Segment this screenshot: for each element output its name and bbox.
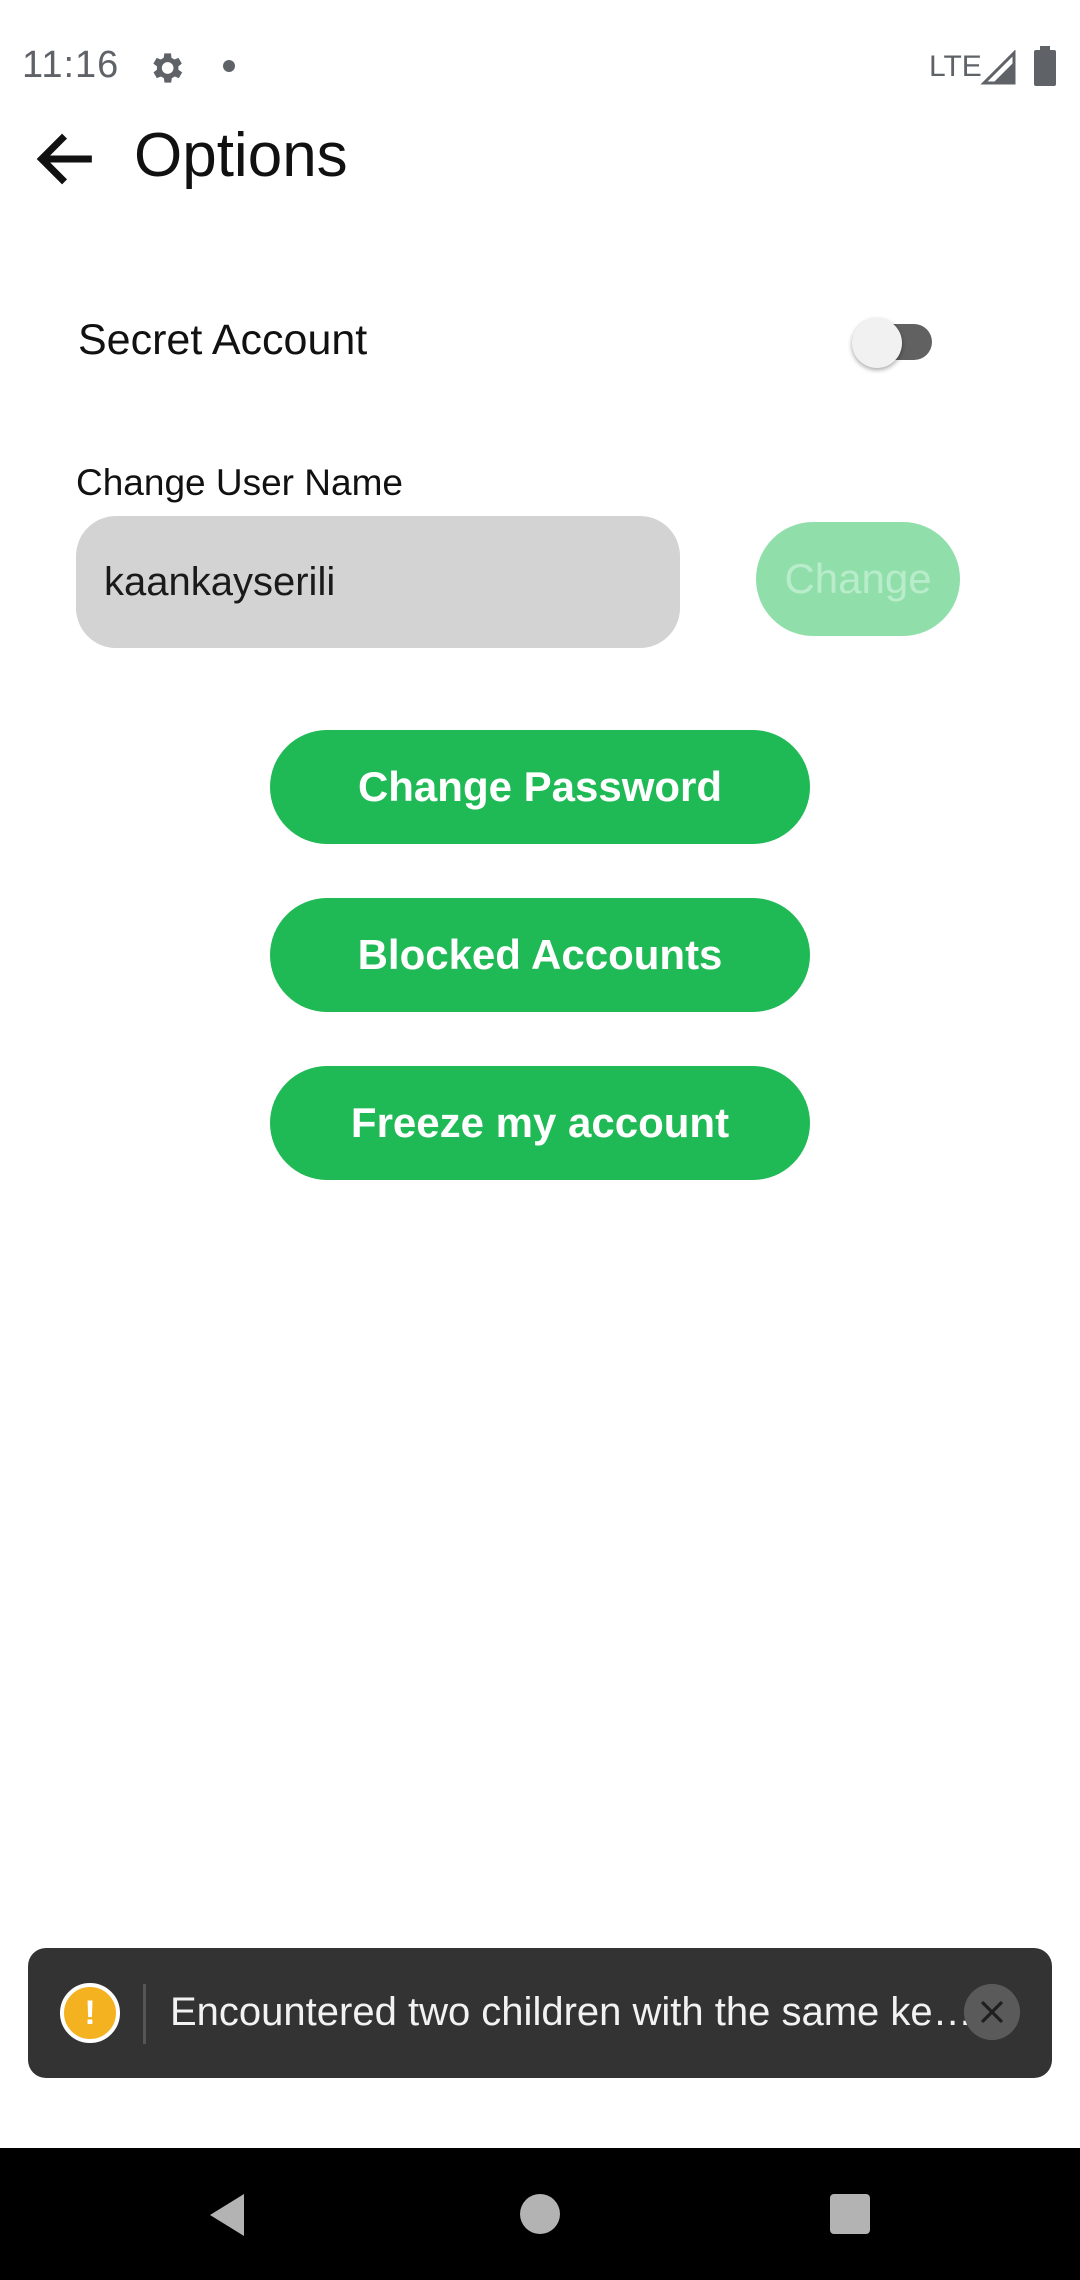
secret-account-label: Secret Account — [78, 316, 368, 364]
network-type: LTE — [929, 50, 982, 83]
toggle-thumb — [852, 318, 902, 368]
signal-icon — [980, 50, 1016, 85]
status-bar: 11:16 LTE — [0, 0, 1080, 136]
recents-square-icon[interactable] — [830, 2194, 870, 2234]
page-title: Options — [134, 121, 348, 190]
notification-dot-icon — [223, 60, 235, 72]
blocked-accounts-button[interactable]: Blocked Accounts — [270, 898, 810, 1012]
freeze-account-button[interactable]: Freeze my account — [270, 1066, 810, 1180]
change-username-label: Change User Name — [76, 462, 403, 503]
change-username-button[interactable]: Change — [756, 522, 960, 636]
warning-toast[interactable]: ! Encountered two children with the same… — [28, 1948, 1052, 2078]
arrow-left-icon[interactable] — [30, 124, 100, 194]
change-password-button[interactable]: Change Password — [270, 730, 810, 844]
status-time: 11:16 — [22, 44, 120, 86]
warning-icon: ! — [60, 1983, 120, 2043]
battery-icon — [1034, 46, 1056, 86]
system-nav-bar — [0, 2148, 1080, 2280]
gear-icon — [153, 53, 183, 83]
toast-divider — [143, 1984, 146, 2044]
close-icon[interactable] — [964, 1984, 1020, 2040]
home-circle-icon[interactable] — [520, 2194, 560, 2234]
username-input[interactable] — [76, 516, 680, 648]
secret-account-toggle[interactable] — [850, 310, 942, 368]
back-triangle-icon[interactable] — [204, 2190, 250, 2240]
toast-message: Encountered two children with the same k… — [170, 1990, 970, 2034]
